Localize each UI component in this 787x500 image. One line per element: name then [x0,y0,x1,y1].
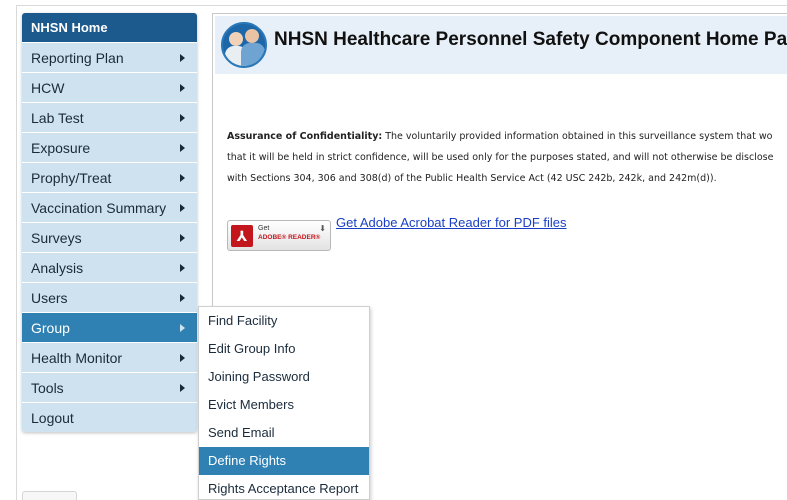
badge-reader-text: ADOBE® READER® [258,234,321,241]
sidebar-item-label: Reporting Plan [31,50,124,66]
sidebar-item-label: Vaccination Summary [31,200,167,216]
chevron-right-icon [180,114,185,122]
submenu-item-edit-group-info[interactable]: Edit Group Info [199,335,369,363]
adobe-reader-badge[interactable]: ⅄ Get ADOBE® READER® ⬇ [227,220,331,251]
healthcare-personnel-logo-icon [221,22,267,68]
sidebar-item-reporting-plan[interactable]: Reporting Plan [22,42,197,72]
chevron-right-icon [180,54,185,62]
submenu-item-joining-password[interactable]: Joining Password [199,363,369,391]
confidentiality-line: that it will be held in strict confidenc… [227,152,774,163]
confidentiality-notice: Assurance of Confidentiality: The volunt… [227,126,787,189]
sidebar-header-home[interactable]: NHSN Home [22,13,197,42]
sidebar-item-exposure[interactable]: Exposure [22,132,197,162]
sidebar-item-label: Group [31,320,70,336]
sidebar-item-label: Lab Test [31,110,84,126]
sidebar-item-group[interactable]: Group [22,312,197,342]
sidebar-item-label: Prophy/Treat [31,170,112,186]
chevron-right-icon [180,234,185,242]
sidebar-item-label: Users [31,290,68,306]
chevron-right-icon [180,144,185,152]
sidebar-item-users[interactable]: Users [22,282,197,312]
adobe-reader-link[interactable]: Get Adobe Acrobat Reader for PDF files [336,215,567,230]
sidebar-item-label: Analysis [31,260,84,276]
confidentiality-heading: Assurance of Confidentiality: [227,131,383,142]
sidebar-item-analysis[interactable]: Analysis [22,252,197,282]
sidebar-item-lab-test[interactable]: Lab Test [22,102,197,132]
download-arrow-icon: ⬇ [319,224,326,233]
submenu-item-define-rights[interactable]: Define Rights [199,447,369,475]
chevron-right-icon [180,324,185,332]
group-submenu: Find Facility Edit Group Info Joining Pa… [198,306,370,500]
chevron-right-icon [180,84,185,92]
sidebar-item-logout[interactable]: Logout [22,402,197,432]
chevron-right-icon [180,384,185,392]
sidebar-item-prophy-treat[interactable]: Prophy/Treat [22,162,197,192]
sidebar-item-label: HCW [31,80,65,96]
sidebar-item-tools[interactable]: Tools [22,372,197,402]
pdf-icon: ⅄ [231,225,253,247]
submenu-item-find-facility[interactable]: Find Facility [199,307,369,335]
confidentiality-line: The voluntarily provided information obt… [382,131,773,142]
sidebar-item-label: Exposure [31,140,91,156]
page-banner: NHSN Healthcare Personnel Safety Compone… [215,16,787,74]
chevron-right-icon [180,294,185,302]
sidebar-item-vaccination-summary[interactable]: Vaccination Summary [22,192,197,222]
chevron-right-icon [180,174,185,182]
page-title: NHSN Healthcare Personnel Safety Compone… [274,29,787,50]
sidebar-item-hcw[interactable]: HCW [22,72,197,102]
submenu-item-send-email[interactable]: Send Email [199,419,369,447]
sidebar-item-surveys[interactable]: Surveys [22,222,197,252]
chevron-right-icon [180,264,185,272]
sidebar-item-label: Surveys [31,230,82,246]
sidebar-item-label: Health Monitor [31,350,123,366]
sidebar-item-label: Logout [31,410,74,426]
sidebar-nav: NHSN Home Reporting Plan HCW Lab Test Ex… [22,13,197,432]
confidentiality-line: with Sections 304, 306 and 308(d) of the… [227,173,717,184]
badge-get-text: Get [258,225,270,232]
chevron-right-icon [180,204,185,212]
chevron-right-icon [180,354,185,362]
submenu-item-evict-members[interactable]: Evict Members [199,391,369,419]
submenu-item-rights-acceptance-report[interactable]: Rights Acceptance Report [199,475,369,500]
horizontal-scrollbar[interactable] [22,491,77,500]
sidebar-item-health-monitor[interactable]: Health Monitor [22,342,197,372]
sidebar-item-label: Tools [31,380,64,396]
